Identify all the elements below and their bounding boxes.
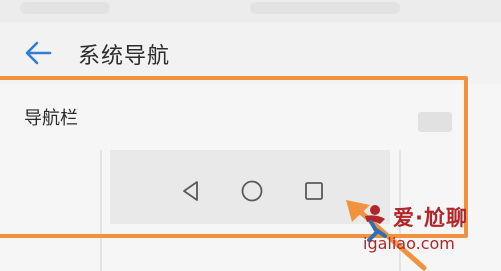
site-watermark: 爱·尬聊 igaliao.com bbox=[355, 200, 501, 271]
nav-back-triangle-icon bbox=[183, 181, 198, 201]
page-title: 系统导航 bbox=[78, 44, 171, 69]
nav-home-circle-icon bbox=[241, 180, 263, 202]
navbar-option-label: 导航栏 bbox=[24, 108, 78, 129]
blurred-text bbox=[20, 2, 110, 14]
back-arrow-icon[interactable] bbox=[22, 36, 56, 70]
navbar-radio-button[interactable] bbox=[418, 112, 452, 132]
status-strip bbox=[0, 0, 501, 22]
app-header: 系统导航 bbox=[0, 22, 501, 84]
nav-recents-square-icon bbox=[305, 182, 323, 200]
blurred-text bbox=[250, 2, 400, 14]
watermark-url: igaliao.com bbox=[363, 234, 455, 253]
watermark-brand: 爱·尬聊 bbox=[393, 206, 468, 230]
